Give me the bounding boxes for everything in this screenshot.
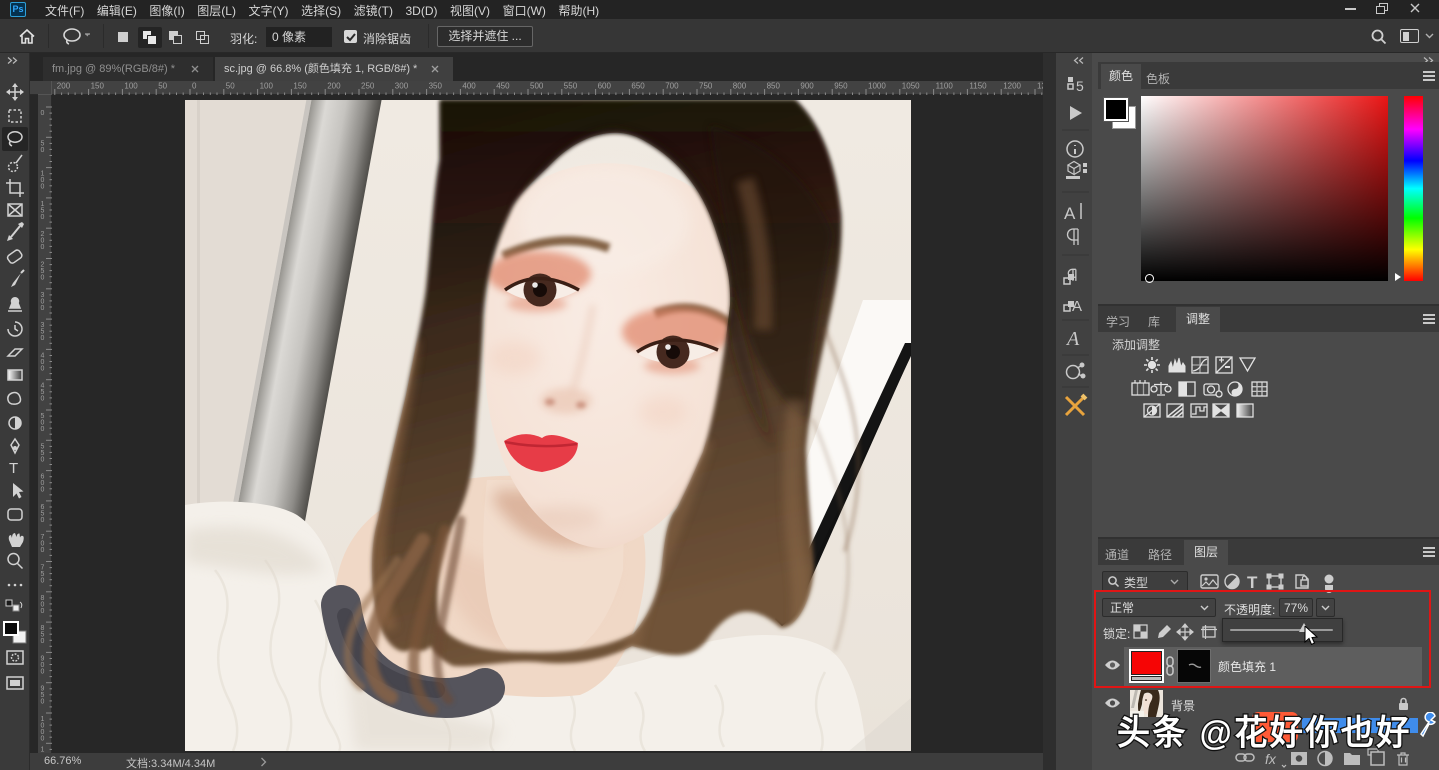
svg-text:900: 900 [800, 82, 814, 91]
svg-text:0: 0 [41, 110, 45, 117]
svg-text:200: 200 [57, 82, 71, 91]
svg-text:1000: 1000 [868, 82, 886, 91]
svg-text:0: 0 [41, 147, 45, 154]
svg-text:1150: 1150 [969, 82, 987, 91]
svg-text:600: 600 [598, 82, 612, 91]
svg-text:500: 500 [530, 82, 544, 91]
svg-text:0: 0 [41, 456, 45, 463]
svg-text:650: 650 [631, 82, 645, 91]
svg-text:950: 950 [834, 82, 848, 91]
svg-text:850: 850 [767, 82, 781, 91]
svg-text:5: 5 [1076, 78, 1084, 94]
svg-text:150: 150 [91, 82, 105, 91]
svg-text:0: 0 [41, 608, 45, 615]
svg-text:A: A [1064, 204, 1076, 223]
svg-text:0: 0 [41, 305, 45, 312]
svg-text:0: 0 [41, 668, 45, 675]
svg-text:100: 100 [124, 82, 138, 91]
svg-text:750: 750 [699, 82, 713, 91]
svg-text:50: 50 [158, 82, 167, 91]
svg-text:0: 0 [41, 335, 45, 342]
svg-text:200: 200 [327, 82, 341, 91]
svg-text:0: 0 [41, 547, 45, 554]
svg-text:0: 0 [41, 578, 45, 585]
svg-text:0: 0 [41, 517, 45, 524]
svg-text:700: 700 [665, 82, 679, 91]
svg-text:1200: 1200 [1003, 82, 1021, 91]
svg-text:250: 250 [361, 82, 375, 91]
svg-text:800: 800 [733, 82, 747, 91]
svg-text:50: 50 [226, 82, 235, 91]
svg-text:350: 350 [429, 82, 443, 91]
svg-text:0: 0 [41, 736, 45, 743]
svg-text:0: 0 [41, 699, 45, 706]
svg-text:A: A [1065, 328, 1080, 350]
svg-text:0: 0 [41, 638, 45, 645]
svg-text:T: T [9, 460, 18, 477]
svg-text:100: 100 [260, 82, 274, 91]
svg-text:150: 150 [293, 82, 307, 91]
svg-text:0: 0 [41, 244, 45, 251]
svg-text:0: 0 [41, 184, 45, 191]
svg-text:0: 0 [41, 426, 45, 433]
svg-text:0: 0 [41, 396, 45, 403]
svg-text:300: 300 [395, 82, 409, 91]
svg-text:1050: 1050 [902, 82, 920, 91]
svg-text:0: 0 [41, 214, 45, 221]
svg-text:550: 550 [564, 82, 578, 91]
svg-text:0: 0 [192, 82, 197, 91]
svg-text:0: 0 [41, 487, 45, 494]
svg-text:450: 450 [496, 82, 510, 91]
svg-text:0: 0 [41, 275, 45, 282]
svg-text:0: 0 [41, 365, 45, 372]
svg-text:1100: 1100 [936, 82, 954, 91]
svg-text:400: 400 [462, 82, 476, 91]
